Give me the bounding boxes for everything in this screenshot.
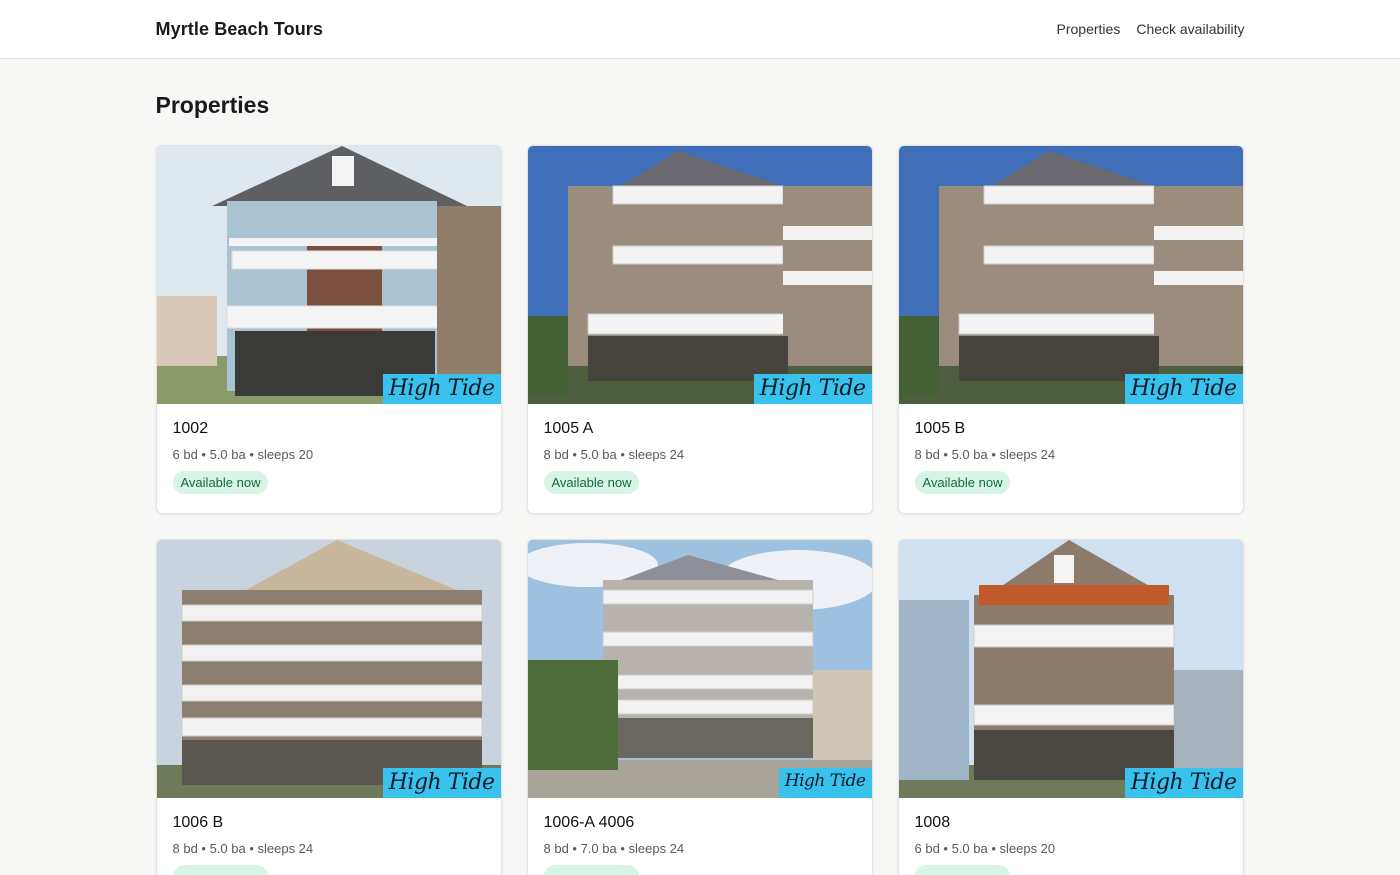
page-title: Properties [155, 92, 270, 118]
main-content: Properties High Tide 1002 6 bd • 5.0 ba … [155, 59, 1245, 875]
high-tide-logo: High Tide [382, 374, 501, 404]
availability-badge: Available now [172, 865, 269, 875]
property-card[interactable]: High Tide 1005 B 8 bd • 5.0 ba • sleeps … [897, 145, 1244, 514]
property-name: 1008 [914, 814, 951, 831]
property-card[interactable]: High Tide 1005 A 8 bd • 5.0 ba • sleeps … [526, 145, 873, 514]
main-nav: Properties Check availability [1057, 21, 1245, 37]
high-tide-logo: High Tide [1124, 374, 1243, 404]
property-details: 8 bd • 5.0 ba • sleeps 24 [172, 841, 314, 856]
property-details: 8 bd • 5.0 ba • sleeps 24 [543, 447, 685, 462]
property-details: 8 bd • 5.0 ba • sleeps 24 [914, 447, 1056, 462]
availability-badge: Available now [172, 471, 269, 494]
property-name: 1002 [172, 420, 209, 437]
property-photo[interactable]: High Tide [156, 540, 501, 798]
property-photo[interactable]: High Tide [527, 146, 872, 404]
property-photo[interactable]: High Tide [527, 540, 872, 798]
property-grid: High Tide 1002 6 bd • 5.0 ba • sleeps 20… [155, 145, 1245, 875]
brand-logo[interactable]: Myrtle Beach Tours [156, 19, 324, 40]
high-tide-logo: High Tide [753, 374, 872, 404]
top-navbar: Myrtle Beach Tours Properties Check avai… [0, 0, 1400, 59]
property-name: 1005 B [914, 420, 966, 437]
property-card[interactable]: High Tide 1006-A 4006 8 bd • 7.0 ba • sl… [526, 539, 873, 875]
property-name: 1006 B [172, 814, 224, 831]
high-tide-logo: High Tide [1124, 768, 1243, 798]
availability-badge: Available now [914, 865, 1011, 875]
nav-properties-link[interactable]: Properties [1057, 21, 1121, 37]
availability-badge: Available now [543, 471, 640, 494]
property-photo[interactable]: High Tide [898, 146, 1243, 404]
property-card[interactable]: High Tide 1008 6 bd • 5.0 ba • sleeps 20… [897, 539, 1244, 875]
property-name: 1005 A [543, 420, 594, 437]
nav-check-availability-link[interactable]: Check availability [1136, 21, 1244, 37]
high-tide-logo: High Tide [382, 768, 501, 798]
property-details: 6 bd • 5.0 ba • sleeps 20 [914, 841, 1056, 856]
property-details: 6 bd • 5.0 ba • sleeps 20 [172, 447, 314, 462]
property-card[interactable]: High Tide 1002 6 bd • 5.0 ba • sleeps 20… [155, 145, 502, 514]
high-tide-logo: High Tide [778, 768, 872, 798]
property-name: 1006-A 4006 [543, 814, 635, 831]
property-photo[interactable]: High Tide [156, 146, 501, 404]
availability-badge: Available now [914, 471, 1011, 494]
property-details: 8 bd • 7.0 ba • sleeps 24 [543, 841, 685, 856]
property-photo[interactable]: High Tide [898, 540, 1243, 798]
property-card[interactable]: High Tide 1006 B 8 bd • 5.0 ba • sleeps … [155, 539, 502, 875]
availability-badge: Available now [543, 865, 640, 875]
